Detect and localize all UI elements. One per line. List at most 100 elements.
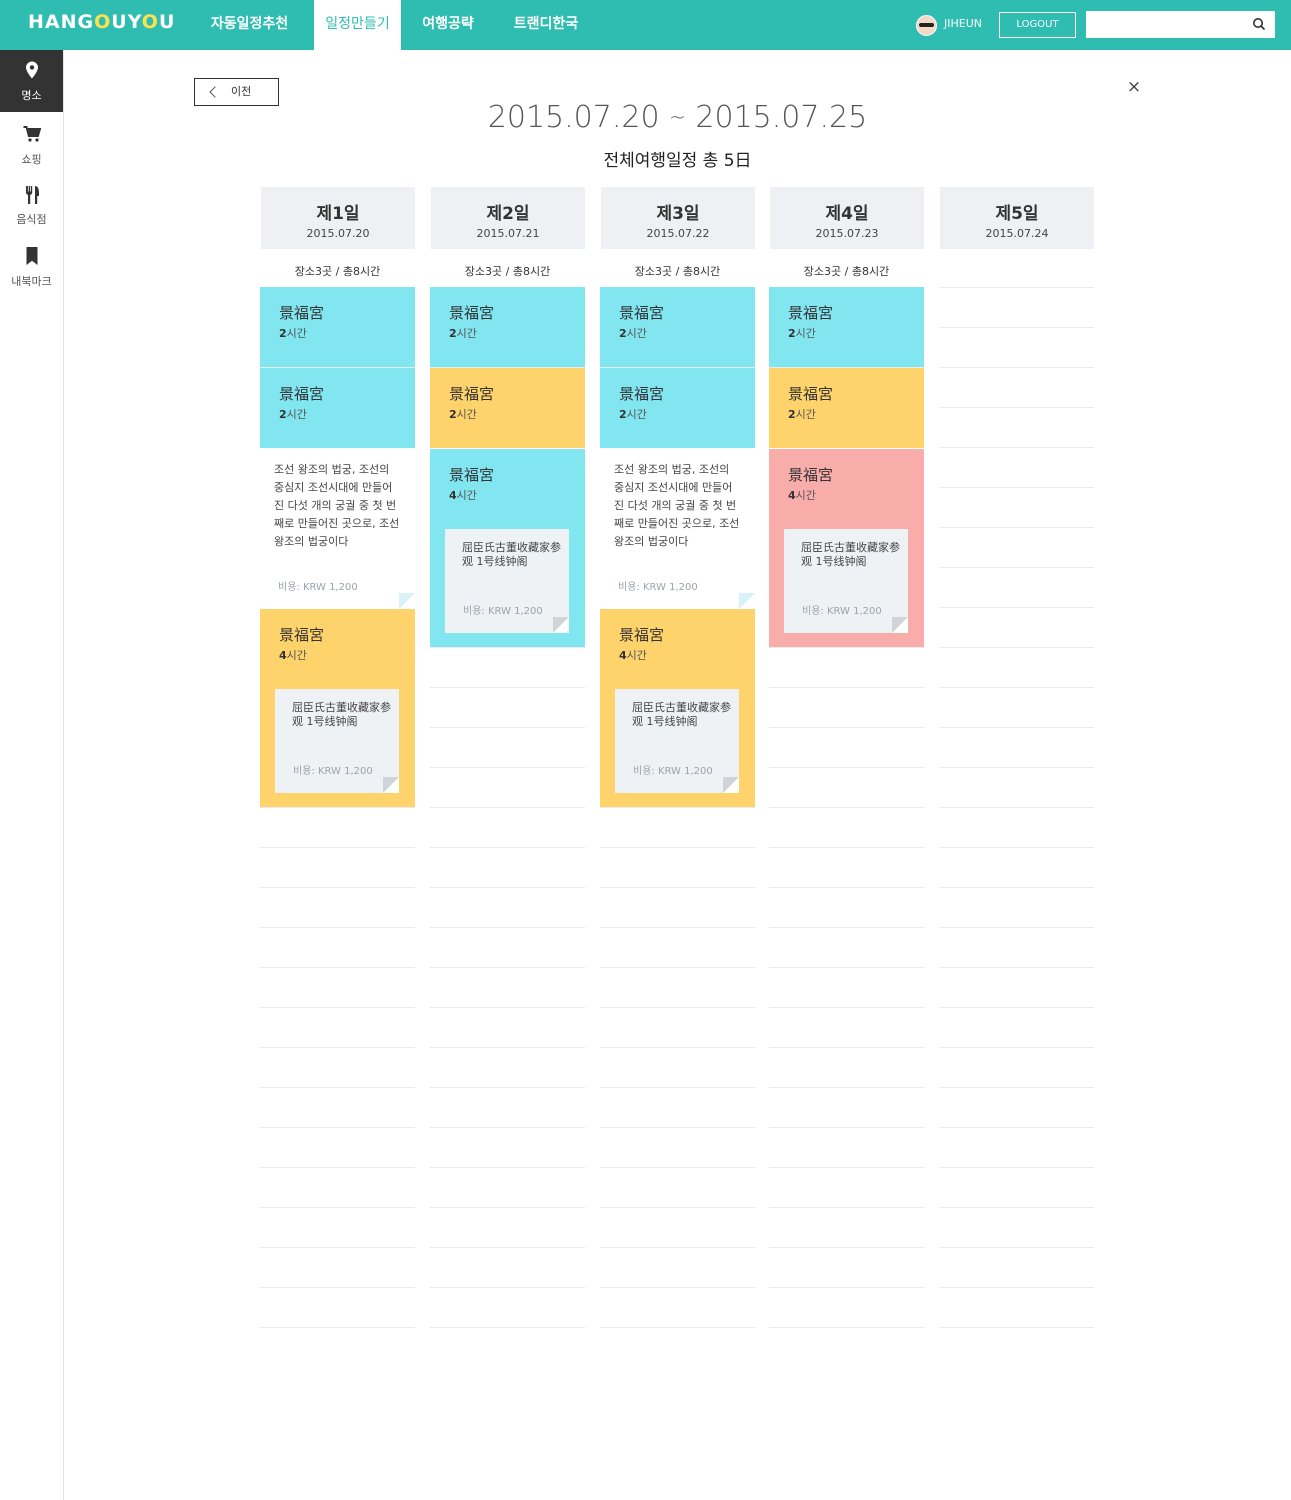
day-column: 제5일 2015.07.24 (939, 187, 1094, 1329)
day-column: 제1일 2015.07.20 장소3곳 / 총8시간 景福宮 2시간 景福宮 2시간 조선 왕… (260, 187, 415, 1329)
schedule-gridline (939, 447, 1094, 448)
close-icon[interactable]: × (1124, 77, 1144, 97)
duration-unit: 시간 (795, 327, 816, 340)
schedule-gridline (939, 327, 1094, 328)
place-block[interactable]: 景福宮 2시간 (260, 368, 415, 448)
schedule-gridline (769, 927, 924, 928)
schedule-gridline (600, 1047, 755, 1048)
schedule-gridline (260, 1127, 415, 1128)
search-input[interactable] (1086, 11, 1275, 38)
schedule-gridline (430, 807, 585, 808)
duration-unit: 시간 (456, 327, 477, 340)
schedule-gridline (600, 1247, 755, 1248)
place-block-with-note[interactable]: 景福宮 4시간 屈臣氏古董收藏家参观 1号线钟阁 비용: KRW 1,200 (769, 449, 924, 647)
place-block[interactable]: 景福宮 2시간 (260, 287, 415, 367)
place-name: 景福宮 (788, 385, 834, 403)
description-text: 조선 왕조의 법궁, 조선의 중심지 조선시대에 만들어진 다섯 개의 궁궐 중… (614, 463, 740, 548)
schedule-gridline (600, 1007, 755, 1008)
place-block[interactable]: 景福宮 2시간 (600, 287, 755, 367)
day-column: 제4일 2015.07.23 장소3곳 / 총8시간 景福宮 2시간 景福宮 2시간 景福宮 4… (769, 187, 924, 1329)
nav-trendy-korea[interactable]: 트랜디한국 (500, 0, 592, 50)
duration-hours: 2 (449, 327, 457, 340)
place-block-with-note[interactable]: 景福宮 4시간 屈臣氏古董收藏家参观 1号线钟阁 비용: KRW 1,200 (430, 449, 585, 647)
nav-auto-schedule[interactable]: 자동일정추천 (196, 0, 303, 50)
schedule-gridline (430, 1247, 585, 1248)
hangouyou-logo[interactable]: HANGOUYOU (28, 11, 175, 33)
day-header[interactable]: 제2일 2015.07.21 (431, 187, 585, 249)
trip-date-range: 2015.07.20 ~ 2015.07.25 (0, 100, 1291, 135)
chevron-left-icon (209, 86, 221, 98)
schedule-gridline (260, 967, 415, 968)
place-duration: 2시간 (279, 406, 307, 422)
schedule-gridline (430, 1127, 585, 1128)
place-duration: 2시간 (619, 406, 647, 422)
schedule-gridline (769, 1207, 924, 1208)
schedule-gridline (939, 367, 1094, 368)
schedule-gridline (939, 847, 1094, 848)
duration-unit: 시간 (456, 408, 477, 421)
day-header[interactable]: 제5일 2015.07.24 (940, 187, 1094, 249)
schedule-gridline (939, 767, 1094, 768)
schedule-gridline (769, 1127, 924, 1128)
duration-hours: 2 (788, 327, 796, 340)
day-column: 제3일 2015.07.22 장소3곳 / 총8시간 景福宮 2시간 景福宮 2시간조선 왕… (600, 187, 755, 1329)
place-duration: 2시간 (449, 406, 477, 422)
schedule-gridline (430, 1087, 585, 1088)
day-header[interactable]: 제3일 2015.07.22 (601, 187, 755, 249)
schedule-gridline (939, 1087, 1094, 1088)
duration-unit: 시간 (795, 489, 816, 502)
sidebar-item-bookmarks[interactable]: 내북마크 (0, 235, 63, 297)
schedule-gridline (600, 1207, 755, 1208)
user-avatar[interactable] (916, 15, 937, 36)
place-block-with-note[interactable]: 景福宮 4시간 屈臣氏古董收藏家参观 1号线钟阁 비용: KRW 1,200 (260, 609, 415, 807)
place-block-with-note[interactable]: 景福宮 4시간 屈臣氏古董收藏家参观 1号线钟阁 비용: KRW 1,200 (600, 609, 755, 807)
search-icon[interactable] (1252, 17, 1266, 31)
day-summary: 장소3곳 / 총8시간 (294, 265, 381, 278)
schedule-gridline (600, 927, 755, 928)
schedule-gridline (260, 887, 415, 888)
place-note-card[interactable]: 屈臣氏古董收藏家参观 1号线钟阁 비용: KRW 1,200 (784, 529, 908, 633)
place-block[interactable]: 景福宮 2시간 (430, 368, 585, 448)
page-fold (399, 593, 415, 609)
day-header[interactable]: 제1일 2015.07.20 (261, 187, 415, 249)
schedule-gridline (260, 1287, 415, 1288)
place-duration: 2시간 (449, 325, 477, 341)
place-note-card[interactable]: 屈臣氏古董收藏家参观 1号线钟阁 비용: KRW 1,200 (275, 689, 399, 793)
schedule-gridline (939, 1127, 1094, 1128)
schedule-gridline (260, 927, 415, 928)
schedule-gridline (939, 1247, 1094, 1248)
day-title: 제5일 (995, 204, 1039, 224)
duration-hours: 2 (279, 408, 287, 421)
schedule-gridline (939, 1287, 1094, 1288)
schedule-gridline (939, 807, 1094, 808)
place-block[interactable]: 景福宮 2시간 (769, 287, 924, 367)
duration-unit: 시간 (795, 408, 816, 421)
place-note-card[interactable]: 屈臣氏古董收藏家参观 1号线钟阁 비용: KRW 1,200 (615, 689, 739, 793)
place-block[interactable]: 景福宮 2시간 (769, 368, 924, 448)
sidebar-item-restaurants[interactable]: 음식점 (0, 173, 63, 235)
page-fold (723, 777, 739, 793)
fork-knife-icon (26, 186, 39, 204)
place-name: 景福宮 (279, 304, 325, 322)
day-header[interactable]: 제4일 2015.07.23 (770, 187, 924, 249)
schedule-gridline (939, 1167, 1094, 1168)
place-name: 景福宮 (788, 304, 834, 322)
place-name: 景福宮 (449, 304, 495, 322)
place-block[interactable]: 景福宮 2시간 (600, 368, 755, 448)
place-note-card[interactable]: 屈臣氏古董收藏家参观 1号线钟阁 비용: KRW 1,200 (445, 529, 569, 633)
place-description: 조선 왕조의 법궁, 조선의 중심지 조선시대에 만들어진 다섯 개의 궁궐 중… (600, 449, 755, 609)
schedule-gridline (769, 1087, 924, 1088)
schedule-gridline (600, 887, 755, 888)
schedule-gridline (260, 847, 415, 848)
day-date: 2015.07.24 (985, 227, 1049, 240)
schedule-gridline (769, 687, 924, 688)
logout-button[interactable]: LOGOUT (999, 12, 1076, 38)
place-duration: 2시간 (279, 325, 307, 341)
schedule-gridline (260, 1007, 415, 1008)
schedule-gridline (600, 847, 755, 848)
nav-travel-guide[interactable]: 여행공략 (408, 0, 488, 50)
day-summary: 장소3곳 / 총8시간 (634, 265, 721, 278)
page-fold (892, 617, 908, 633)
nav-make-schedule[interactable]: 일정만들기 (314, 0, 401, 50)
place-block[interactable]: 景福宮 2시간 (430, 287, 585, 367)
